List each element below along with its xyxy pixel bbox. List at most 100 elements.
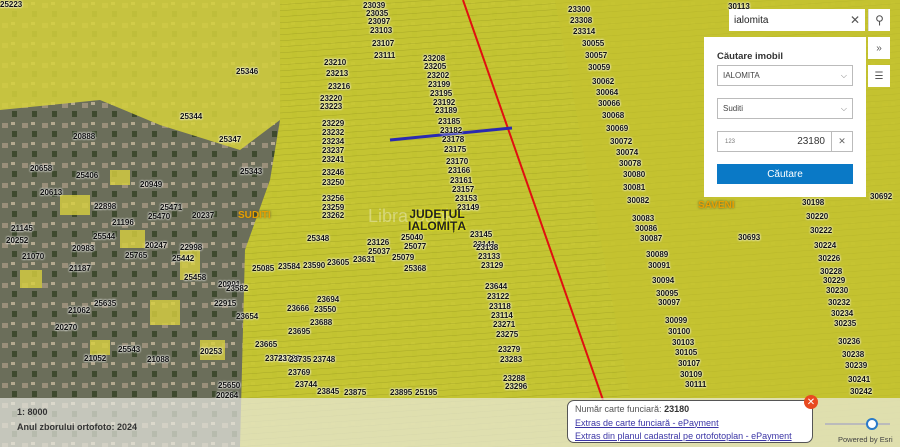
parcel-number-label: 21070 bbox=[22, 252, 45, 261]
parcel-number-label: 23605 bbox=[327, 258, 350, 267]
parcel-number-label: 20949 bbox=[140, 180, 163, 189]
search-submit-button[interactable]: Căutare bbox=[717, 164, 853, 184]
parcel-number-label: 23202 bbox=[427, 71, 450, 80]
parcel-number-label: 23590 bbox=[303, 261, 326, 270]
parcel-number-label: 30089 bbox=[646, 250, 669, 259]
locality-value: Suditi bbox=[723, 104, 744, 113]
parcel-number-label: 30087 bbox=[640, 234, 663, 243]
popup-close-button[interactable]: ✕ bbox=[804, 395, 818, 409]
locality-select[interactable]: Suditi ⌵ bbox=[717, 98, 853, 119]
parcel-number-label: 23114 bbox=[491, 311, 513, 320]
parcel-number-label: 25458 bbox=[184, 273, 207, 282]
parcel-number-label: 25471 bbox=[160, 203, 183, 212]
parcel-number-label: 23695 bbox=[288, 327, 311, 336]
parcel-number-label: 23145 bbox=[470, 230, 493, 239]
parcel-number-label: 30241 bbox=[848, 375, 871, 384]
parcel-number-label: 22915 bbox=[214, 299, 237, 308]
parcel-number-label: 30693 bbox=[738, 233, 761, 242]
number-input[interactable]: 123 23180 ✕ bbox=[717, 131, 853, 152]
parcel-number-label: 30083 bbox=[632, 214, 655, 223]
expand-panel-button[interactable]: » bbox=[868, 37, 890, 59]
slider-handle[interactable] bbox=[866, 418, 878, 430]
parcel-number-label: 23631 bbox=[353, 255, 376, 264]
parcel-number-label: 30074 bbox=[616, 148, 639, 157]
parcel-number-label: 25223 bbox=[0, 0, 23, 9]
carte-funciara-link[interactable]: Extras de carte funciară - ePayment bbox=[575, 417, 805, 431]
plan-cadastral-link[interactable]: Extras din planul cadastral pe ortofotop… bbox=[575, 430, 805, 444]
parcel-number-label: 23666 bbox=[287, 304, 310, 313]
list-icon: ☰ bbox=[874, 70, 884, 82]
parcel-number-label: 23875 bbox=[344, 388, 367, 397]
parcel-number-label: 20270 bbox=[55, 323, 78, 332]
parcel-number-label: 30228 bbox=[820, 267, 843, 276]
parcel-number-label: 25085 bbox=[252, 264, 275, 273]
parcel-number-label: 21062 bbox=[68, 306, 91, 315]
parcel-number-label: 30097 bbox=[658, 298, 681, 307]
parcel-number-label: 30062 bbox=[592, 77, 615, 86]
county-select[interactable]: IALOMITA ⌵ bbox=[717, 65, 853, 86]
parcel-number-label: 23129 bbox=[481, 261, 504, 270]
parcel-number-label: 25347 bbox=[219, 135, 242, 144]
parcel-number-label: 30059 bbox=[588, 63, 611, 72]
parcel-number-label: 21187 bbox=[69, 264, 91, 273]
opacity-slider[interactable] bbox=[825, 423, 890, 425]
parcel-number-label: 30082 bbox=[627, 196, 650, 205]
legend-button[interactable]: ☰ bbox=[868, 65, 890, 87]
parcel-number-label: 20237 bbox=[192, 211, 215, 220]
popup-label: Număr carte funciară: bbox=[575, 404, 662, 414]
parcel-number-label: 23644 bbox=[485, 282, 508, 291]
parcel-number-label: 20658 bbox=[30, 164, 53, 173]
parcel-number-label: 23262 bbox=[322, 211, 345, 220]
parcel-number-label: 30239 bbox=[845, 361, 868, 370]
parcel-number-label: 30109 bbox=[680, 370, 703, 379]
parcel-number-label: 30081 bbox=[623, 183, 646, 192]
parcel-number-label: 30080 bbox=[623, 170, 646, 179]
parcel-number-label: 23216 bbox=[328, 82, 351, 91]
parcel-number-label: 23279 bbox=[498, 345, 521, 354]
county-label-line2: IALOMIȚA bbox=[408, 219, 466, 233]
clear-number-button[interactable]: ✕ bbox=[831, 132, 852, 151]
parcel-number-label: 23735 bbox=[289, 355, 312, 364]
parcel-number-label: 23582 bbox=[226, 284, 249, 293]
parcel-number-label: 25368 bbox=[404, 264, 427, 273]
parcel-number-label: 25406 bbox=[76, 171, 99, 180]
parcel-number-label: 23182 bbox=[440, 126, 463, 135]
parcel-number-label: 30086 bbox=[635, 224, 658, 233]
parcel-number-label: 23175 bbox=[444, 145, 467, 154]
parcel-number-label: 23097 bbox=[368, 17, 391, 26]
parcel-number-label: 23665 bbox=[255, 340, 278, 349]
parcel-number-label: 30107 bbox=[678, 359, 701, 368]
close-icon[interactable]: ✕ bbox=[850, 13, 860, 27]
parcel-number-label: 25344 bbox=[180, 112, 203, 121]
parcel-number-label: 23170 bbox=[446, 157, 469, 166]
chevron-down-icon: ⌵ bbox=[840, 103, 847, 113]
parcel-number-label: 30230 bbox=[826, 286, 849, 295]
parcel-number-label: 23845 bbox=[317, 387, 340, 396]
parcel-number-label: 20983 bbox=[72, 244, 95, 253]
map-info: 1: 8000 Anul zborului ortofoto: 2024 bbox=[17, 405, 137, 435]
parcel-number-label: 23283 bbox=[500, 355, 523, 364]
parcel-number-label: 25343 bbox=[240, 167, 263, 176]
parcel-number-label: 22998 bbox=[180, 243, 203, 252]
parcel-number-label: 30066 bbox=[598, 99, 621, 108]
parcel-number-label: 23161 bbox=[450, 176, 473, 185]
search-button[interactable]: ⚲ bbox=[868, 9, 890, 31]
panel-title: Căutare imobil bbox=[717, 51, 783, 62]
parcel-number-label: 23550 bbox=[314, 305, 337, 314]
area-label-saveni: SAVENI bbox=[698, 200, 735, 211]
parcel-number-label: 23138 bbox=[476, 243, 499, 252]
search-input[interactable]: ialomita ✕ bbox=[729, 9, 865, 31]
parcel-number-label: 30057 bbox=[585, 51, 608, 60]
parcel-number-label: 23694 bbox=[317, 295, 340, 304]
parcel-number-label: 23178 bbox=[442, 135, 465, 144]
parcel-number-label: 30055 bbox=[582, 39, 605, 48]
popup-title: Număr carte funciară: 23180 bbox=[575, 403, 805, 417]
parcel-number-label: 23769 bbox=[288, 368, 311, 377]
parcel-number-label: 30103 bbox=[672, 338, 695, 347]
parcel-number-label: 23122 bbox=[487, 292, 510, 301]
parcel-number-label: 20252 bbox=[6, 236, 29, 245]
parcel-number-label: 23748 bbox=[313, 355, 336, 364]
parcel-number-label: 23271 bbox=[493, 320, 516, 329]
parcel-number-label: 30198 bbox=[802, 198, 825, 207]
parcel-number-label: 20247 bbox=[145, 241, 168, 250]
